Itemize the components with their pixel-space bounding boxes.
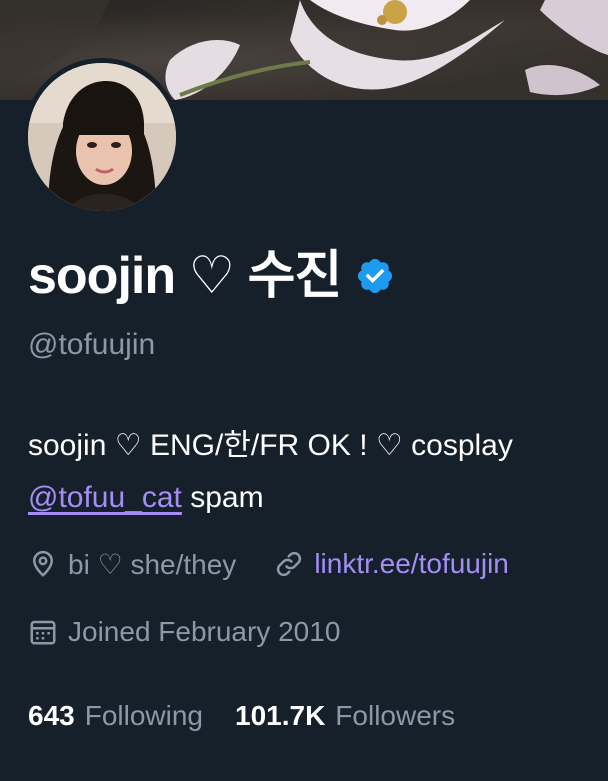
profile-bio: soojin ♡ ENG/한/FR OK ! ♡ cosplay @tofuu_…: [28, 420, 608, 524]
link-icon: [274, 549, 304, 579]
profile-meta-row: bi ♡ she/they linktr.ee/tofuujin: [28, 544, 509, 584]
following-stat[interactable]: 643 Following: [28, 700, 203, 732]
bio-line-1: soojin ♡ ENG/한/FR OK ! ♡ cosplay: [28, 429, 513, 462]
bio-mention-link[interactable]: @tofuu_cat: [28, 481, 182, 514]
following-label: Following: [84, 700, 203, 731]
calendar-icon: [28, 617, 58, 647]
avatar-image: [28, 63, 176, 211]
profile-handle: @tofuujin: [28, 328, 156, 361]
profile-page: soojin ♡ 수진 @tofuujin soojin ♡ ENG/한/FR …: [0, 0, 608, 781]
profile-avatar[interactable]: [23, 58, 181, 216]
followers-stat[interactable]: 101.7K Followers: [235, 700, 455, 732]
location-text: bi ♡ she/they: [68, 548, 237, 580]
followers-label: Followers: [335, 700, 456, 731]
bio-line-2-text: spam: [181, 481, 264, 514]
verified-badge-icon[interactable]: [355, 256, 395, 296]
joined-item: Joined February 2010: [28, 616, 340, 648]
display-name-row: soojin ♡ 수진: [28, 244, 395, 308]
website-link[interactable]: linktr.ee/tofuujin: [314, 548, 509, 580]
joined-row: Joined February 2010: [28, 612, 340, 652]
following-count: 643: [28, 700, 75, 731]
website-item[interactable]: linktr.ee/tofuujin: [274, 548, 509, 580]
follow-stats: 643 Following 101.7K Followers: [28, 696, 455, 736]
display-name: soojin ♡ 수진: [28, 247, 342, 305]
followers-count: 101.7K: [235, 700, 326, 731]
joined-text: Joined February 2010: [68, 616, 341, 647]
location-pin-icon: [28, 549, 58, 579]
location-item: bi ♡ she/they: [28, 548, 236, 581]
bio-line-2: @tofuu_cat spam: [28, 472, 608, 524]
